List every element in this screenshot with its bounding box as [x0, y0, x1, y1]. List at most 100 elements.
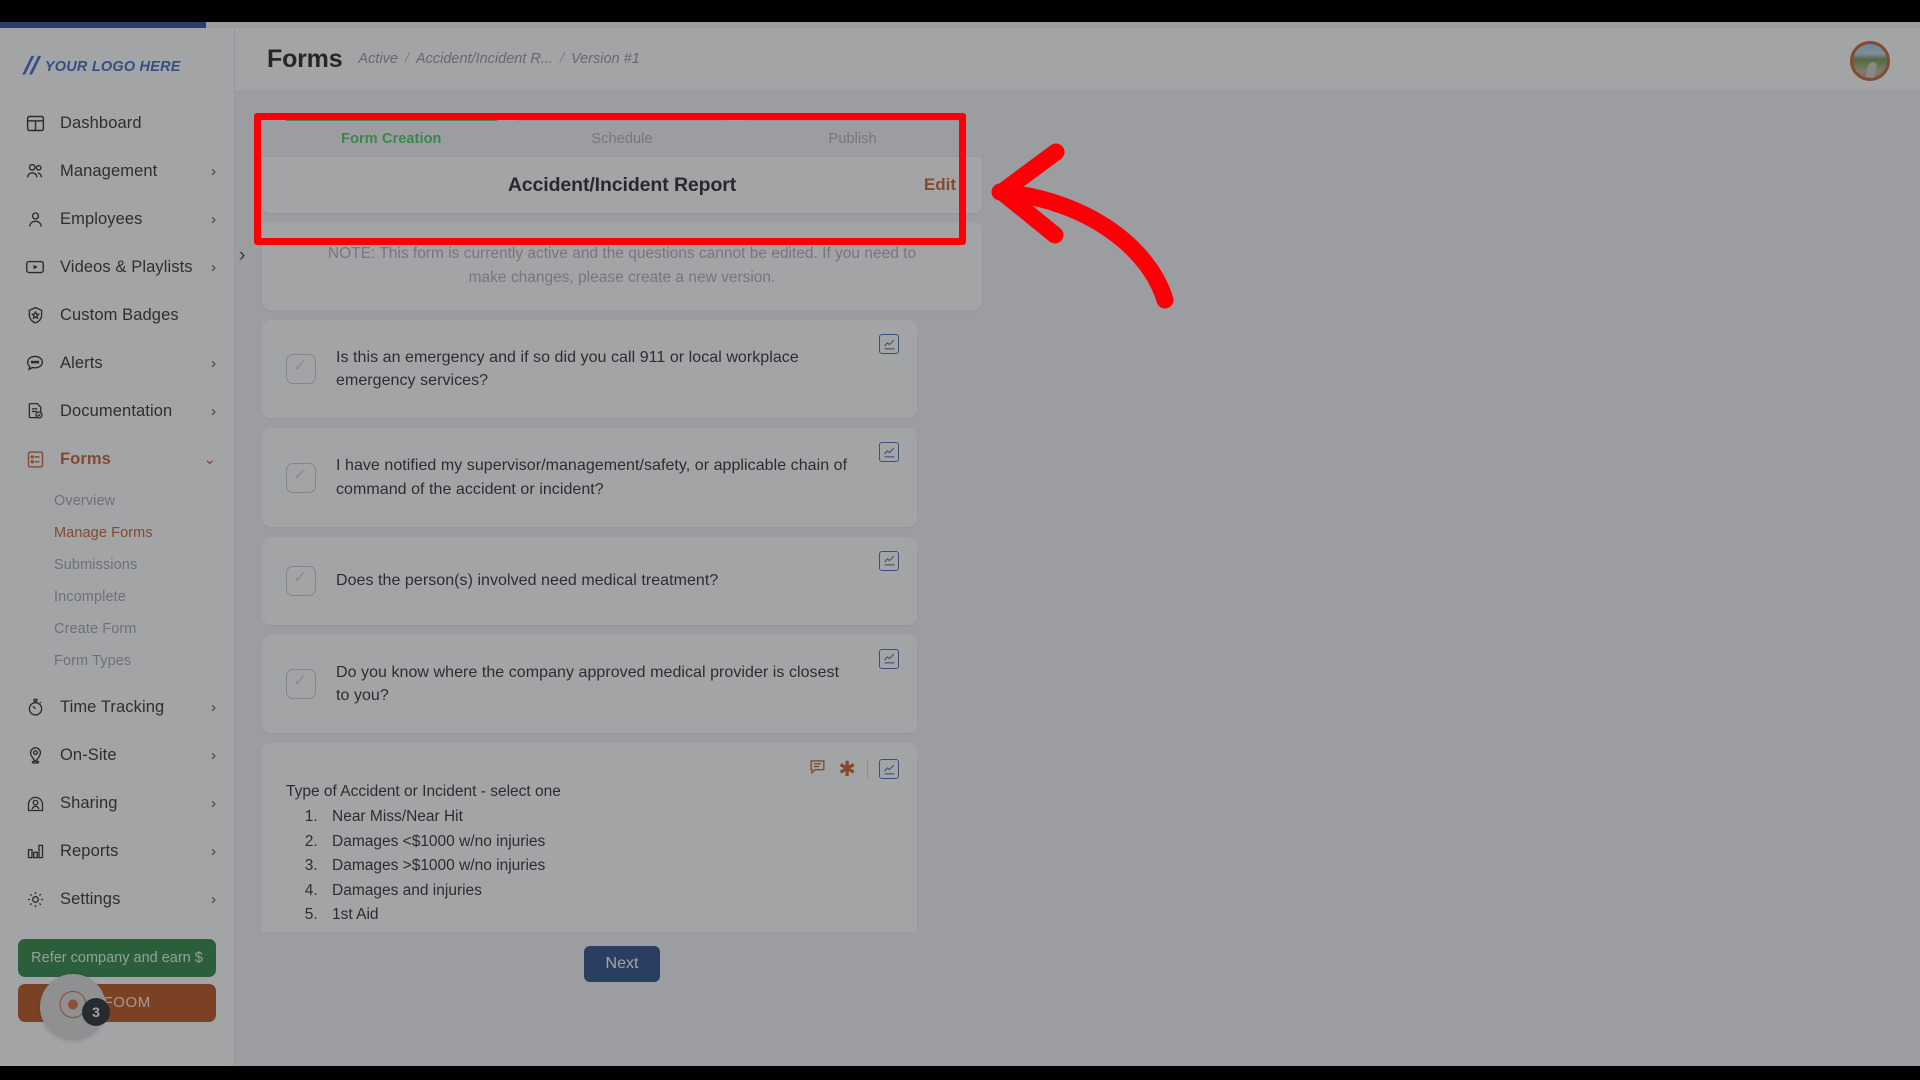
sidebar-item-time-tracking[interactable]: Time Tracking › — [0, 683, 234, 731]
question-actions — [879, 550, 899, 571]
chevron-right-icon: › — [211, 210, 216, 228]
question-card[interactable]: Does the person(s) involved need medical… — [262, 536, 917, 625]
sidebar-nav: Dashboard Management › Employees › Video… — [0, 97, 234, 923]
breadcrumb-item-form[interactable]: Accident/Incident R... — [416, 51, 553, 67]
sidebar-label: Documentation — [60, 401, 173, 420]
question-card[interactable]: I have notified my supervisor/management… — [262, 428, 917, 527]
question-card-list[interactable]: ✱ Type of Accident or Incident - select … — [262, 743, 917, 933]
sidebar-label: On-Site — [60, 745, 117, 764]
sidebar-item-forms[interactable]: Forms ⌄ — [0, 435, 234, 483]
chevron-right-icon: › — [211, 890, 216, 908]
logo-mark-icon: // — [22, 52, 40, 80]
chevron-right-icon: › — [211, 698, 216, 716]
chevron-right-icon: › — [211, 794, 216, 812]
divider — [867, 759, 868, 779]
required-asterisk-icon[interactable]: ✱ — [838, 759, 856, 780]
gear-icon — [22, 886, 48, 912]
question-checkbox[interactable] — [286, 354, 316, 385]
analytics-icon[interactable] — [879, 648, 899, 669]
question-card[interactable]: Do you know where the company approved m… — [262, 634, 917, 734]
map-pin-icon — [22, 742, 48, 768]
sidebar-label: Forms — [60, 449, 111, 468]
panel-expand-toggle[interactable]: › — [239, 245, 245, 267]
sidebar-item-settings[interactable]: Settings › — [0, 875, 234, 923]
sidebar-item-employees[interactable]: Employees › — [0, 195, 234, 243]
question-text: Type of Accident or Incident - select on… — [286, 783, 561, 801]
wizard-step-schedule[interactable]: Schedule — [514, 114, 730, 147]
app-logo[interactable]: // YOUR LOGO HERE — [0, 28, 234, 97]
wizard-step-bar — [284, 114, 499, 121]
page-title: Forms — [267, 44, 343, 73]
sidebar-item-documentation[interactable]: Documentation › — [0, 387, 234, 435]
next-button[interactable]: Next — [583, 946, 661, 983]
wizard-step-label: Schedule — [591, 131, 653, 147]
breadcrumb-item-active[interactable]: Active — [358, 51, 398, 67]
sidebar-label: Time Tracking — [60, 697, 165, 716]
analytics-icon[interactable] — [879, 334, 899, 355]
question-checkbox[interactable] — [286, 668, 316, 699]
chevron-right-icon: › — [211, 402, 216, 420]
question-actions — [879, 648, 899, 669]
forms-list-icon — [22, 446, 48, 472]
chevron-right-icon: › — [211, 842, 216, 860]
option-item: Medically Assisted 1st Aid — [322, 928, 857, 932]
people-icon — [22, 158, 48, 184]
edit-button[interactable]: Edit — [924, 175, 956, 195]
user-avatar[interactable] — [1850, 41, 1890, 81]
sidebar-item-management[interactable]: Management › — [0, 147, 234, 195]
comment-icon[interactable] — [808, 757, 827, 781]
breadcrumb-separator: / — [404, 51, 409, 67]
chat-bubble-icon — [22, 350, 48, 376]
question-list: Is this an emergency and if so did you c… — [262, 320, 982, 933]
sidebar-item-reports[interactable]: Reports › — [0, 827, 234, 875]
question-text: I have notified my supervisor/management… — [336, 457, 848, 498]
wizard-step-bar — [514, 114, 730, 121]
logo-text: YOUR LOGO HERE — [44, 58, 181, 75]
question-actions: ✱ — [808, 757, 899, 781]
refer-company-button[interactable]: Refer company and earn $ — [18, 939, 216, 977]
wizard-step-publish[interactable]: Publish — [745, 114, 961, 147]
letterbox-bottom — [0, 1066, 1920, 1080]
option-item: Damages >$1000 w/no injuries — [322, 854, 857, 878]
sidebar-label: Settings — [60, 889, 121, 908]
sidebar: // YOUR LOGO HERE Dashboard Management ›… — [0, 28, 235, 1066]
sidebar-item-on-site[interactable]: On-Site › — [0, 731, 234, 779]
analytics-icon[interactable] — [879, 550, 899, 571]
question-card[interactable]: Is this an emergency and if so did you c… — [262, 320, 917, 419]
analytics-icon[interactable] — [879, 442, 899, 463]
chevron-right-icon: › — [211, 258, 216, 276]
sidebar-item-dashboard[interactable]: Dashboard — [0, 99, 234, 147]
sidebar-item-sharing[interactable]: Sharing › — [0, 779, 234, 827]
share-person-icon — [22, 790, 48, 816]
avatar-image — [1865, 61, 1879, 78]
chevron-right-icon: › — [211, 746, 216, 764]
breadcrumb-item-version[interactable]: Version #1 — [571, 51, 640, 67]
sidebar-label: Management — [60, 161, 158, 180]
sidebar-item-incomplete[interactable]: Incomplete — [0, 581, 234, 613]
wizard-step-form-creation[interactable]: Form Creation — [284, 114, 499, 147]
sidebar-label: Sharing — [60, 793, 118, 812]
person-icon — [22, 206, 48, 232]
question-text: Does the person(s) involved need medical… — [336, 572, 719, 590]
analytics-icon[interactable] — [879, 759, 899, 780]
sidebar-item-form-types[interactable]: Form Types — [0, 645, 234, 677]
sidebar-item-custom-badges[interactable]: Custom Badges — [0, 291, 234, 339]
sidebar-item-alerts[interactable]: Alerts › — [0, 339, 234, 387]
form-locked-note: NOTE: This form is currently active and … — [262, 222, 982, 311]
sidebar-item-videos-playlists[interactable]: Videos & Playlists › — [0, 243, 234, 291]
stopwatch-icon — [22, 694, 48, 720]
sidebar-item-manage-forms[interactable]: Manage Forms — [0, 517, 234, 549]
sidebar-item-submissions[interactable]: Submissions — [0, 549, 234, 581]
question-text: Is this an emergency and if so did you c… — [336, 349, 799, 390]
form-editor-panel: › Form Creation Schedule Publish Acciden… — [239, 100, 982, 1050]
breadcrumb-separator: / — [559, 51, 564, 67]
sidebar-label: Custom Badges — [60, 305, 179, 324]
sidebar-item-create-form[interactable]: Create Form — [0, 613, 234, 645]
sidebar-item-overview[interactable]: Overview — [0, 485, 234, 517]
question-options: Near Miss/Near Hit Damages <$1000 w/no i… — [286, 805, 857, 932]
question-checkbox[interactable] — [286, 565, 316, 596]
screenshot-root: // YOUR LOGO HERE Dashboard Management ›… — [0, 0, 1920, 1080]
question-checkbox[interactable] — [286, 462, 316, 493]
sidebar-label: Videos & Playlists — [60, 257, 193, 276]
video-icon — [22, 254, 48, 280]
